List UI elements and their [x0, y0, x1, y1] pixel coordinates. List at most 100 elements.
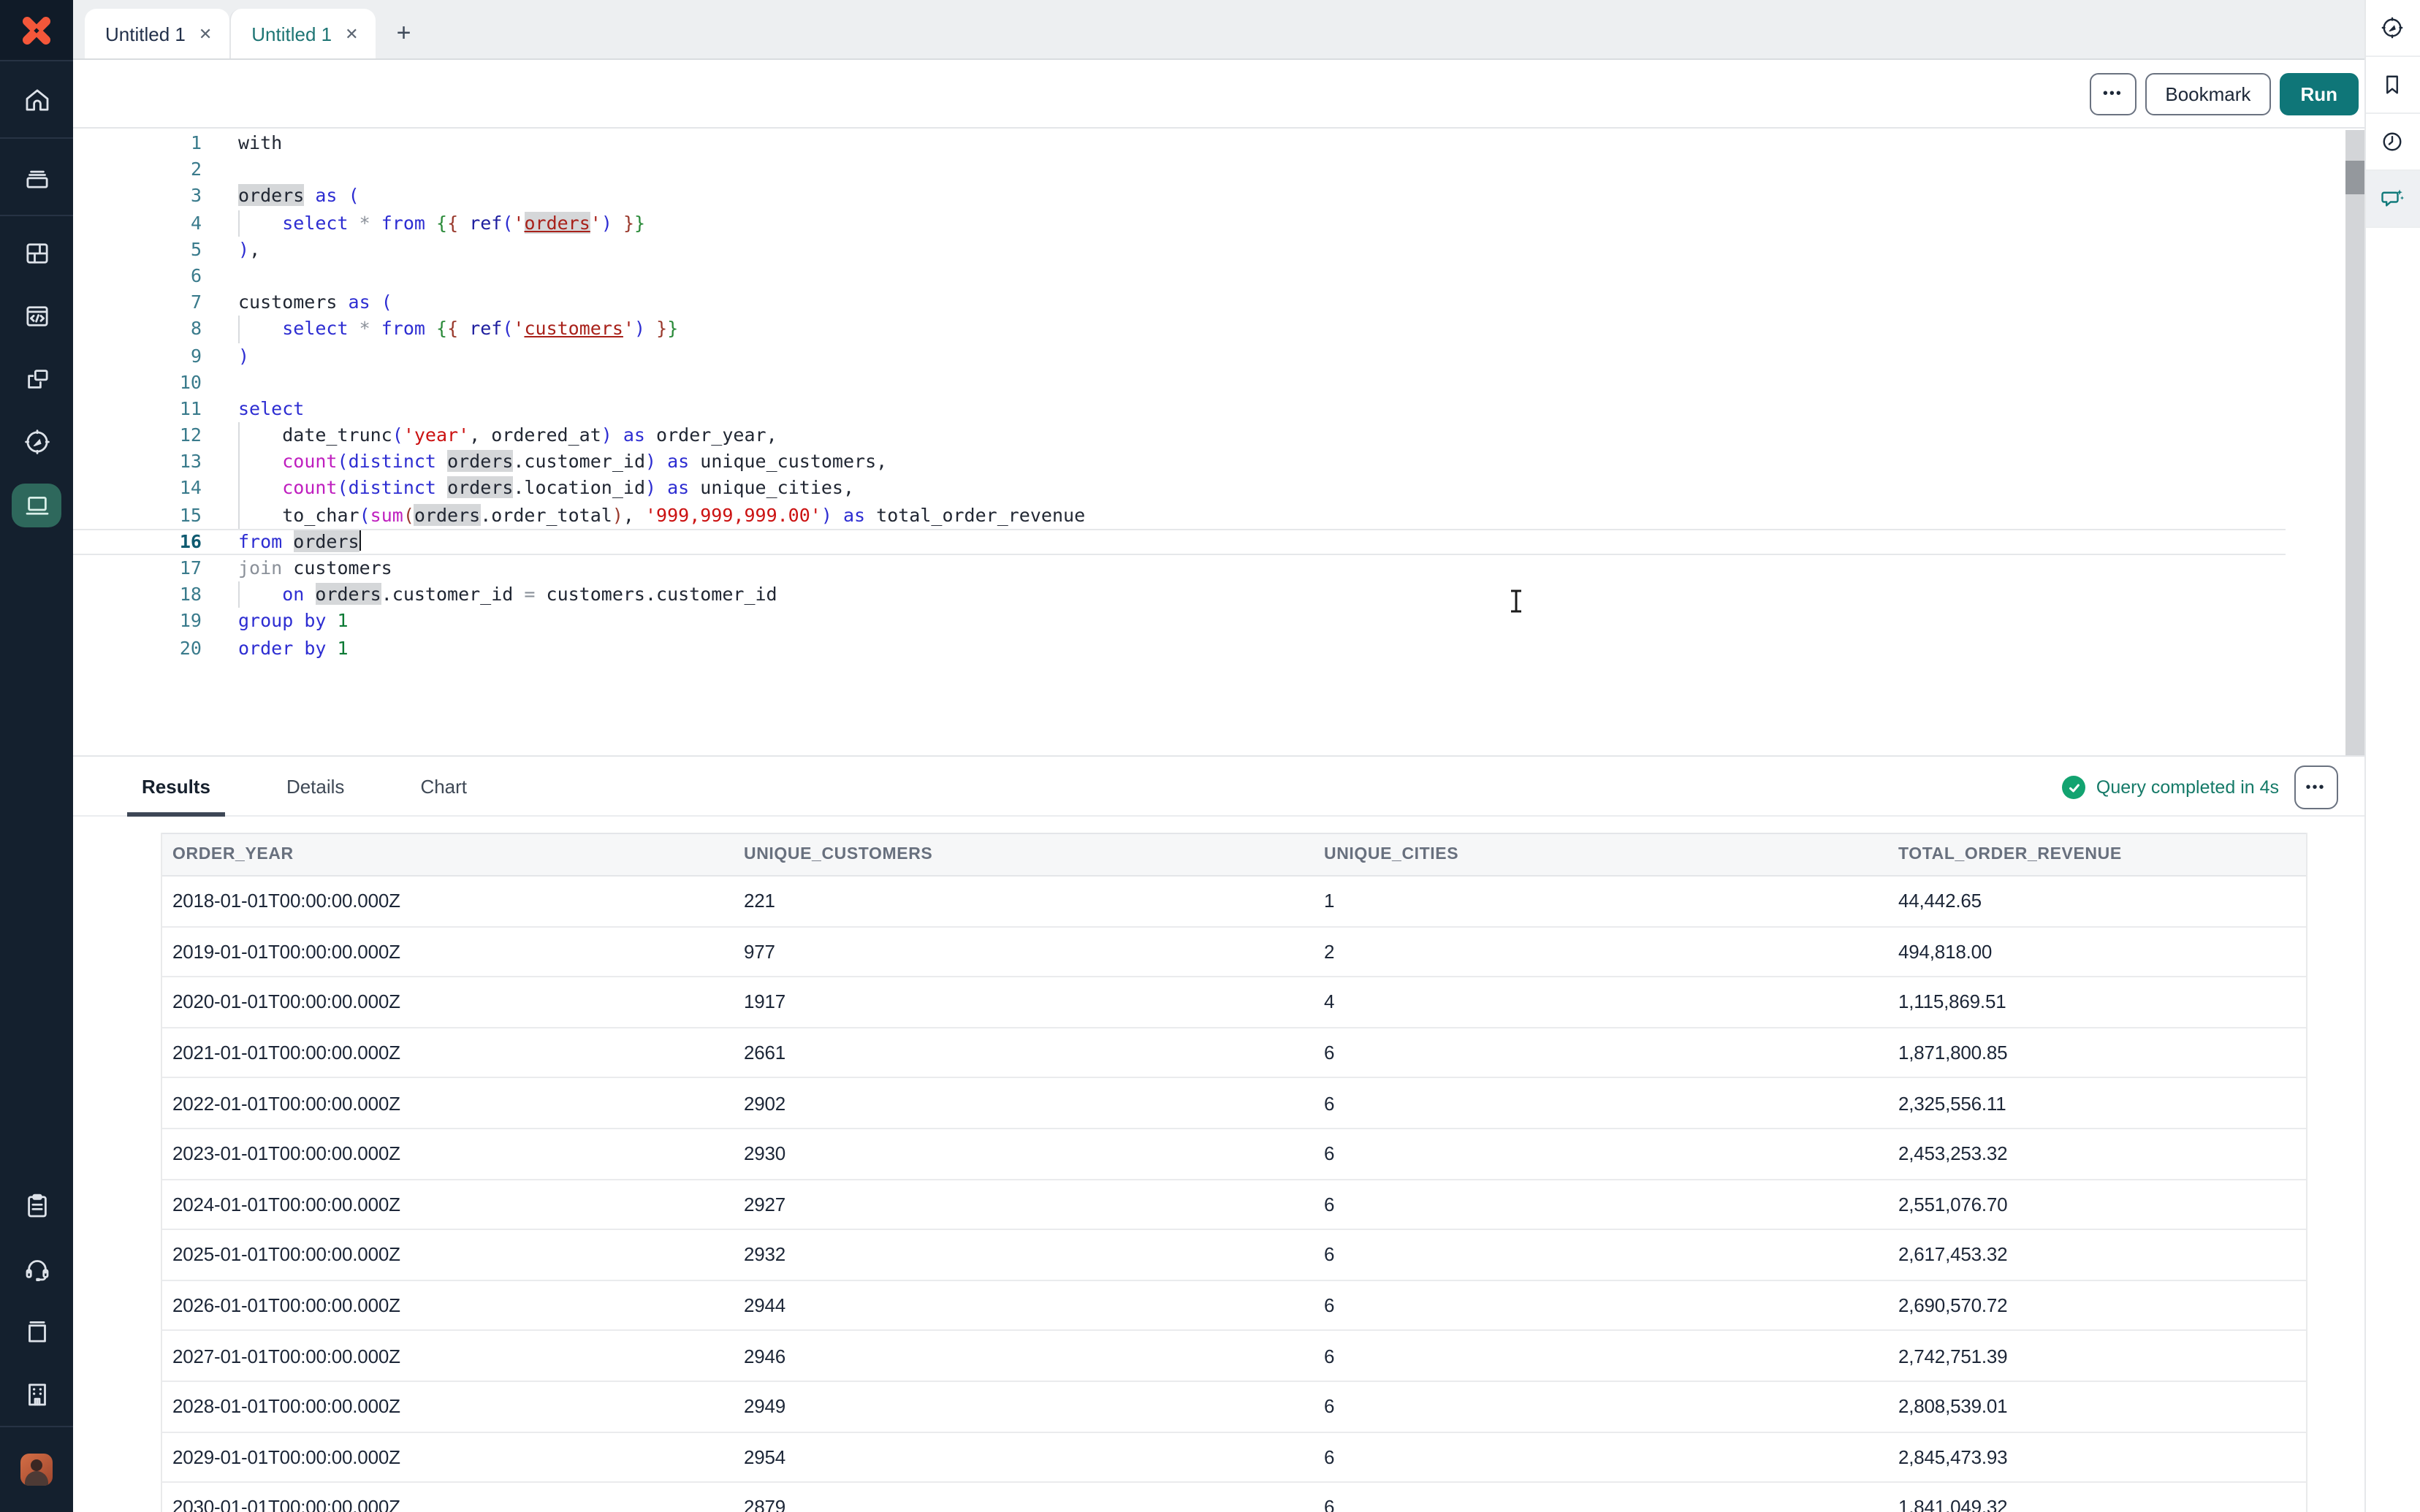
table-row[interactable]: 2018-01-01T00:00:00.000Z221144,442.65 — [162, 877, 2306, 927]
rail-item-ai-chat[interactable] — [2365, 171, 2420, 228]
run-button[interactable]: Run — [2280, 73, 2358, 115]
table-cell[interactable]: 2,453,253.32 — [1888, 1143, 2306, 1165]
table-cell[interactable]: 2879 — [734, 1497, 1314, 1512]
more-options-button[interactable]: ••• — [2089, 73, 2136, 115]
table-cell[interactable]: 6 — [1314, 1395, 1888, 1417]
table-cell[interactable]: 1,841,049.32 — [1888, 1497, 2306, 1512]
sidebar-item-headset[interactable] — [0, 1237, 73, 1300]
code-line-8[interactable]: 8 select * from {{ ref('customers') }} — [73, 316, 2285, 343]
code-line-14[interactable]: 14 count(distinct orders.location_id) as… — [73, 476, 2285, 502]
column-header-order_year[interactable]: ORDER_YEAR — [162, 846, 734, 863]
table-cell[interactable]: 2944 — [734, 1294, 1314, 1316]
code-line-15[interactable]: 15 to_char(sum(orders.order_total), '999… — [73, 502, 2285, 528]
table-cell[interactable]: 2024-01-01T00:00:00.000Z — [162, 1194, 734, 1215]
table-cell[interactable]: 2661 — [734, 1042, 1314, 1064]
table-cell[interactable]: 2022-01-01T00:00:00.000Z — [162, 1092, 734, 1114]
results-tab-results[interactable]: Results — [127, 755, 225, 817]
rail-item-bookmark[interactable] — [2365, 57, 2420, 114]
results-more-button[interactable]: ••• — [2294, 765, 2337, 809]
code-line-12[interactable]: 12 date_trunc('year', ordered_at) as ord… — [73, 422, 2285, 448]
table-cell[interactable]: 6 — [1314, 1143, 1888, 1165]
table-cell[interactable]: 6 — [1314, 1092, 1888, 1114]
code-line-4[interactable]: 4 select * from {{ ref('orders') }} — [73, 210, 2285, 236]
table-row[interactable]: 2021-01-01T00:00:00.000Z266161,871,800.8… — [162, 1028, 2306, 1079]
sql-editor[interactable]: 1with23orders as (4 select * from {{ ref… — [73, 129, 2364, 755]
table-cell[interactable]: 2,808,539.01 — [1888, 1395, 2306, 1417]
table-cell[interactable]: 2927 — [734, 1194, 1314, 1215]
sidebar-item-archive[interactable] — [0, 139, 73, 215]
table-cell[interactable]: 2946 — [734, 1345, 1314, 1367]
code-line-18[interactable]: 18 on orders.customer_id = customers.cus… — [73, 581, 2285, 608]
tab-close-icon[interactable]: ✕ — [199, 24, 212, 43]
table-cell[interactable]: 2027-01-01T00:00:00.000Z — [162, 1345, 734, 1367]
sidebar-item-building[interactable] — [0, 1363, 73, 1426]
code-line-10[interactable]: 10 — [73, 369, 2285, 395]
table-cell[interactable]: 2030-01-01T00:00:00.000Z — [162, 1497, 734, 1512]
table-cell[interactable]: 2902 — [734, 1092, 1314, 1114]
code-line-16[interactable]: 16from orders — [73, 529, 2285, 555]
table-row[interactable]: 2020-01-01T00:00:00.000Z191741,115,869.5… — [162, 977, 2306, 1028]
table-cell[interactable]: 977 — [734, 941, 1314, 963]
sidebar-item-home[interactable] — [0, 61, 73, 137]
code-line-1[interactable]: 1with — [73, 130, 2285, 156]
table-cell[interactable]: 1917 — [734, 991, 1314, 1013]
table-cell[interactable]: 6 — [1314, 1345, 1888, 1367]
table-cell[interactable]: 221 — [734, 890, 1314, 912]
table-row[interactable]: 2022-01-01T00:00:00.000Z290262,325,556.1… — [162, 1079, 2306, 1129]
code-line-5[interactable]: 5), — [73, 237, 2285, 263]
code-line-6[interactable]: 6 — [73, 263, 2285, 289]
table-cell[interactable]: 6 — [1314, 1294, 1888, 1316]
table-cell[interactable]: 6 — [1314, 1244, 1888, 1266]
table-cell[interactable]: 2018-01-01T00:00:00.000Z — [162, 890, 734, 912]
code-line-7[interactable]: 7customers as ( — [73, 289, 2285, 316]
table-cell[interactable]: 1,115,869.51 — [1888, 991, 2306, 1013]
new-tab-button[interactable]: + — [376, 9, 432, 58]
table-cell[interactable]: 494,818.00 — [1888, 941, 2306, 963]
table-cell[interactable]: 2021-01-01T00:00:00.000Z — [162, 1042, 734, 1064]
table-cell[interactable]: 2,845,473.93 — [1888, 1446, 2306, 1468]
code-line-11[interactable]: 11select — [73, 396, 2285, 422]
table-row[interactable]: 2025-01-01T00:00:00.000Z293262,617,453.3… — [162, 1230, 2306, 1280]
document-tab-1[interactable]: Untitled 1✕ — [85, 9, 229, 58]
table-row[interactable]: 2029-01-01T00:00:00.000Z295462,845,473.9… — [162, 1432, 2306, 1483]
column-header-unique_cities[interactable]: UNIQUE_CITIES — [1314, 846, 1888, 863]
table-cell[interactable]: 2026-01-01T00:00:00.000Z — [162, 1294, 734, 1316]
table-cell[interactable]: 1,871,800.85 — [1888, 1042, 2306, 1064]
table-cell[interactable]: 6 — [1314, 1497, 1888, 1512]
table-cell[interactable]: 2025-01-01T00:00:00.000Z — [162, 1244, 734, 1266]
avatar[interactable] — [20, 1454, 53, 1486]
table-cell[interactable]: 1 — [1314, 890, 1888, 912]
table-cell[interactable]: 6 — [1314, 1194, 1888, 1215]
column-header-unique_customers[interactable]: UNIQUE_CUSTOMERS — [734, 846, 1314, 863]
rail-item-history[interactable] — [2365, 114, 2420, 171]
user-avatar-cell[interactable] — [0, 1427, 73, 1512]
scrollbar-thumb[interactable] — [2345, 161, 2364, 194]
table-cell[interactable]: 2954 — [734, 1446, 1314, 1468]
table-row[interactable]: 2026-01-01T00:00:00.000Z294462,690,570.7… — [162, 1281, 2306, 1332]
table-cell[interactable]: 2,325,556.11 — [1888, 1092, 2306, 1114]
editor-scrollbar[interactable] — [2345, 130, 2364, 755]
table-cell[interactable]: 2,690,570.72 — [1888, 1294, 2306, 1316]
table-cell[interactable]: 2020-01-01T00:00:00.000Z — [162, 991, 734, 1013]
sidebar-item-laptop[interactable] — [0, 473, 73, 536]
bookmark-button[interactable]: Bookmark — [2145, 73, 2271, 115]
table-cell[interactable]: 2930 — [734, 1143, 1314, 1165]
table-cell[interactable]: 2 — [1314, 941, 1888, 963]
table-row[interactable]: 2027-01-01T00:00:00.000Z294662,742,751.3… — [162, 1332, 2306, 1382]
tab-close-icon[interactable]: ✕ — [345, 24, 358, 43]
table-cell[interactable]: 2019-01-01T00:00:00.000Z — [162, 941, 734, 963]
sidebar-item-clipboard[interactable] — [0, 1175, 73, 1237]
rail-item-compass[interactable] — [2365, 0, 2420, 57]
table-cell[interactable]: 4 — [1314, 991, 1888, 1013]
table-row[interactable]: 2019-01-01T00:00:00.000Z9772494,818.00 — [162, 927, 2306, 977]
table-row[interactable]: 2030-01-01T00:00:00.000Z287961,841,049.3… — [162, 1483, 2306, 1512]
table-cell[interactable]: 2028-01-01T00:00:00.000Z — [162, 1395, 734, 1417]
code-line-19[interactable]: 19group by 1 — [73, 608, 2285, 635]
document-tab-2[interactable]: Untitled 1✕ — [229, 9, 376, 58]
sidebar-item-dashboard[interactable] — [0, 222, 73, 285]
results-tab-chart[interactable]: Chart — [406, 755, 482, 817]
hex-logo[interactable] — [0, 0, 73, 60]
table-cell[interactable]: 2,551,076.70 — [1888, 1194, 2306, 1215]
sidebar-item-compass[interactable] — [0, 411, 73, 473]
table-cell[interactable]: 2023-01-01T00:00:00.000Z — [162, 1143, 734, 1165]
